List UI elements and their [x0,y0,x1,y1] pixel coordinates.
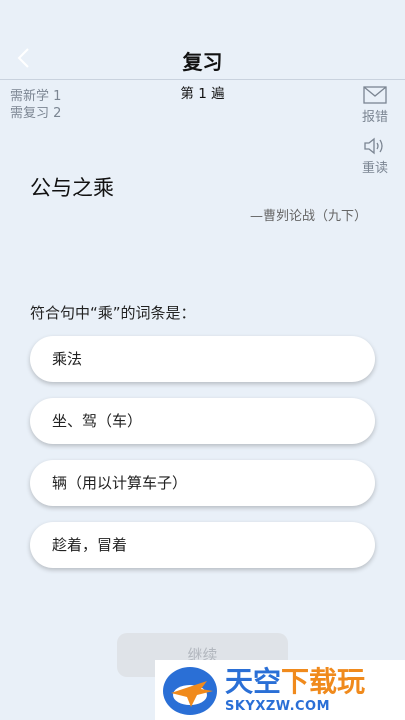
cloud-plane-logo-icon [163,667,217,715]
watermark-title: 天空下载玩 [225,664,366,698]
option-3[interactable]: 辆（用以计算车子） [30,460,375,506]
header-bar: 复习 [0,0,405,80]
watermark: 天空下载玩 SKYXZW.COM [155,660,405,720]
review-count-row: 需复习 2 [10,105,61,122]
page-title: 复习 [182,50,223,74]
review-count: 2 [53,106,62,121]
reread-button[interactable]: 重读 [355,137,395,176]
new-count-row: 需新学 1 [10,88,61,105]
watermark-title-b: 下载玩 [281,664,366,698]
study-stats: 需新学 1 需复习 2 [10,88,61,122]
option-4[interactable]: 趁着，冒着 [30,522,375,568]
new-label: 需新学 [10,89,50,104]
review-label: 需复习 [10,106,50,121]
watermark-text: 天空下载玩 SKYXZW.COM [225,664,366,714]
option-1[interactable]: 乘法 [30,336,375,382]
watermark-url: SKYXZW.COM [225,698,331,714]
mail-icon [363,86,387,104]
report-button[interactable]: 报错 [355,86,395,125]
question-prompt: 符合句中“乘”的词条是： [30,304,196,322]
word-source: —曹刿论战（九下） [249,209,367,224]
new-count: 1 [53,89,62,104]
report-label: 报错 [361,110,388,125]
reread-label: 重读 [361,161,388,176]
speaker-icon [364,137,383,155]
option-2[interactable]: 坐、驾（车） [30,398,375,444]
vocab-word: 公与之乘 [30,176,114,200]
watermark-title-a: 天空 [225,664,282,698]
header-divider [0,79,405,80]
